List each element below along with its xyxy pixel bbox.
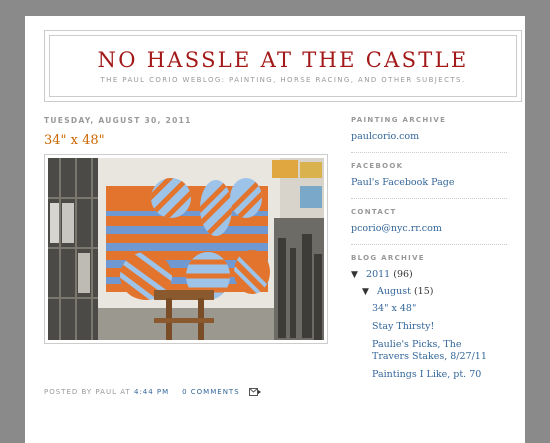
post-time-link[interactable]: 4:44 PM — [134, 388, 169, 396]
page: NO HASSLE AT THE CASTLE THE PAUL CORIO W… — [25, 16, 525, 443]
archive-post-link[interactable]: 34" x 48" — [351, 303, 507, 315]
comments-link[interactable]: 0 COMMENTS — [182, 388, 240, 396]
post-image[interactable] — [44, 154, 328, 344]
facebook-widget: FACEBOOK Paul's Facebook Page — [351, 162, 507, 199]
contact-heading: CONTACT — [351, 208, 397, 216]
posted-by-label: POSTED BY PAUL AT — [44, 388, 131, 396]
collapse-triangle-icon[interactable]: ▼ — [362, 287, 374, 297]
blog-archive-heading: BLOG ARCHIVE — [351, 254, 425, 262]
facebook-page-link[interactable]: Paul's Facebook Page — [351, 177, 507, 188]
archive-year-count: (96) — [393, 269, 413, 280]
contact-email-link[interactable]: pcorio@nyc.rr.com — [351, 223, 507, 234]
blog-title[interactable]: NO HASSLE AT THE CASTLE — [50, 48, 516, 72]
paulcorio-link[interactable]: paulcorio.com — [351, 131, 507, 142]
archive-month-august: ▼ August (15) — [351, 286, 507, 297]
archive-month-link[interactable]: August — [377, 286, 411, 297]
archive-year-2011: ▼ 2011 (96) — [351, 269, 507, 280]
archive-post-link[interactable]: Stay Thirsty! — [351, 321, 507, 333]
painting-photo — [48, 158, 324, 340]
post-date: TUESDAY, AUGUST 30, 2011 — [44, 116, 192, 125]
facebook-heading: FACEBOOK — [351, 162, 404, 170]
contact-widget: CONTACT pcorio@nyc.rr.com — [351, 208, 507, 245]
main-column: TUESDAY, AUGUST 30, 2011 34" x 48" POSTE… — [44, 116, 334, 396]
post-title[interactable]: 34" x 48" — [44, 133, 334, 148]
blog-description: THE PAUL CORIO WEBLOG: PAINTING, HORSE R… — [100, 76, 466, 84]
header-frame: NO HASSLE AT THE CASTLE THE PAUL CORIO W… — [49, 35, 517, 97]
email-post-icon[interactable] — [248, 388, 261, 396]
archive-year-link[interactable]: 2011 — [366, 269, 390, 280]
archive-post-link[interactable]: Paulie's Picks, The Travers Stakes, 8/27… — [351, 339, 497, 363]
blog-header: NO HASSLE AT THE CASTLE THE PAUL CORIO W… — [44, 30, 522, 102]
painting-archive-widget: PAINTING ARCHIVE paulcorio.com — [351, 116, 507, 153]
blog-archive-widget: BLOG ARCHIVE ▼ 2011 (96) ▼ August (15) 3… — [351, 254, 507, 381]
collapse-triangle-icon[interactable]: ▼ — [351, 270, 363, 280]
painting-archive-heading: PAINTING ARCHIVE — [351, 116, 447, 124]
archive-post-link[interactable]: Paintings I Like, pt. 70 — [351, 369, 507, 381]
archive-month-count: (15) — [413, 286, 434, 297]
post-footer: POSTED BY PAUL AT 4:44 PM 0 COMMENTS — [44, 388, 261, 396]
sidebar: PAINTING ARCHIVE paulcorio.com FACEBOOK … — [351, 116, 507, 387]
